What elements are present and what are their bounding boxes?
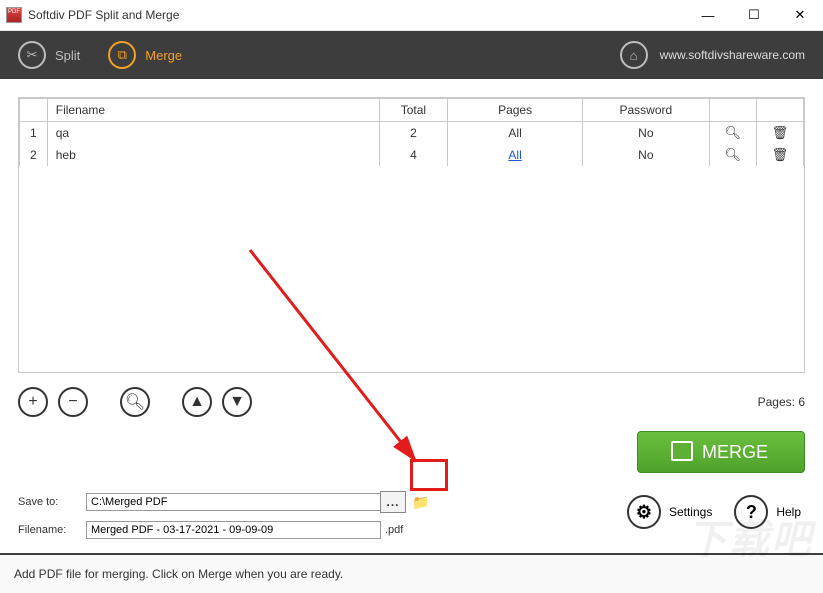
cell-total: 4 — [379, 144, 447, 166]
window-title: Softdiv PDF Split and Merge — [28, 8, 179, 22]
save-to-input[interactable] — [86, 493, 381, 511]
split-label: Split — [55, 48, 80, 63]
col-total[interactable]: Total — [379, 99, 447, 122]
remove-button[interactable]: − — [58, 387, 88, 417]
pages-total: Pages: 6 — [758, 395, 805, 409]
preview-icon[interactable]: 🔍︎ — [709, 144, 756, 166]
save-to-label: Save to: — [18, 496, 86, 508]
browse-button[interactable]: ... — [380, 491, 406, 513]
table-row[interactable]: 1 qa 2 All No 🔍︎ 🗑 — [20, 122, 804, 145]
folder-icon[interactable]: 📁 — [412, 494, 429, 511]
home-icon[interactable]: ⌂ — [620, 41, 648, 69]
app-icon — [6, 7, 22, 23]
col-password[interactable]: Password — [583, 99, 710, 122]
statusbar: Add PDF file for merging. Click on Merge… — [0, 553, 823, 593]
filename-label: Filename: — [18, 524, 86, 536]
merge-label: Merge — [145, 48, 182, 63]
merge-tab[interactable]: ⧉ Merge — [108, 41, 182, 69]
merge-button[interactable]: MERGE — [637, 431, 805, 473]
cell-password: No — [583, 144, 710, 166]
cell-num: 2 — [20, 144, 48, 166]
website-link[interactable]: www.softdivshareware.com — [660, 48, 805, 62]
status-text: Add PDF file for merging. Click on Merge… — [14, 567, 343, 581]
gear-icon: ⚙ — [627, 495, 661, 529]
settings-label: Settings — [669, 505, 712, 519]
trash-icon[interactable]: 🗑 — [756, 122, 803, 145]
col-pages[interactable]: Pages — [448, 99, 583, 122]
close-button[interactable]: ✕ — [777, 0, 823, 30]
cell-pages[interactable]: All — [448, 144, 583, 166]
merge-icon: ⧉ — [108, 41, 136, 69]
cell-filename: qa — [47, 122, 379, 145]
preview-icon[interactable]: 🔍︎ — [709, 122, 756, 145]
table-row[interactable]: 2 heb 4 All No 🔍︎ 🗑 — [20, 144, 804, 166]
titlebar: Softdiv PDF Split and Merge ― ☐ ✕ — [0, 0, 823, 31]
settings-button[interactable]: ⚙ Settings — [627, 495, 712, 529]
split-tab[interactable]: ✂ Split — [18, 41, 80, 69]
copy-icon — [674, 444, 692, 460]
add-button[interactable]: + — [18, 387, 48, 417]
cell-filename: heb — [47, 144, 379, 166]
cell-password: No — [583, 122, 710, 145]
main-toolbar: ✂ Split ⧉ Merge ⌂ www.softdivshareware.c… — [0, 31, 823, 79]
help-icon: ? — [734, 495, 768, 529]
move-up-button[interactable]: ▲ — [182, 387, 212, 417]
cell-total: 2 — [379, 122, 447, 145]
preview-button[interactable]: 🔍︎ — [120, 387, 150, 417]
help-button[interactable]: ? Help — [734, 495, 801, 529]
col-delete[interactable] — [756, 99, 803, 122]
cell-num: 1 — [20, 122, 48, 145]
help-label: Help — [776, 505, 801, 519]
filename-input[interactable] — [86, 521, 381, 539]
move-down-button[interactable]: ▼ — [222, 387, 252, 417]
file-grid: Filename Total Pages Password 1 qa 2 All… — [18, 97, 805, 373]
scissors-icon: ✂ — [18, 41, 46, 69]
cell-pages[interactable]: All — [448, 122, 583, 145]
trash-icon[interactable]: 🗑 — [756, 144, 803, 166]
col-num[interactable] — [20, 99, 48, 122]
col-filename[interactable]: Filename — [47, 99, 379, 122]
minimize-button[interactable]: ― — [685, 0, 731, 30]
maximize-button[interactable]: ☐ — [731, 0, 777, 30]
file-ext: .pdf — [385, 524, 403, 536]
merge-button-label: MERGE — [702, 442, 768, 463]
col-preview[interactable] — [709, 99, 756, 122]
